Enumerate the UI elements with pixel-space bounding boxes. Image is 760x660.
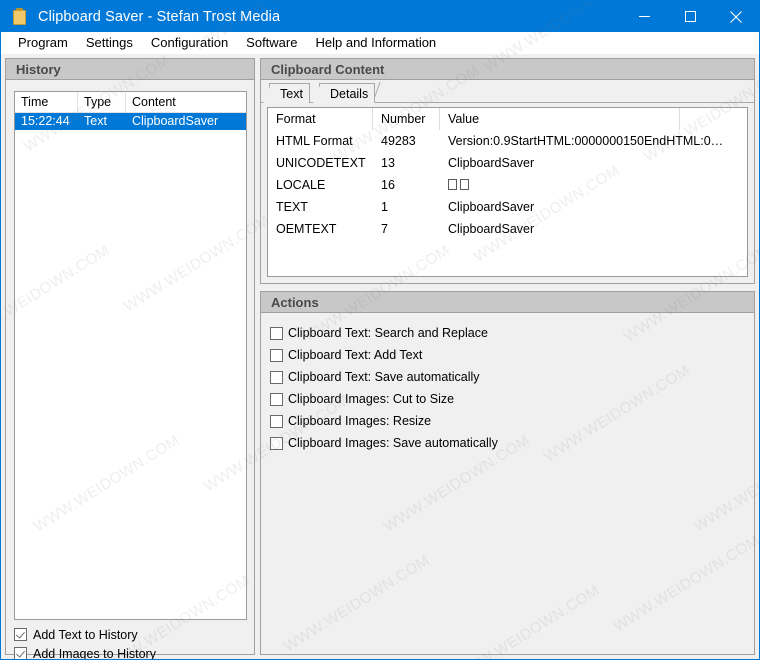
checkbox-icon[interactable] (270, 436, 283, 450)
checkbox-add-text-to-history[interactable]: Add Text to History (14, 625, 244, 644)
window-controls (621, 1, 759, 32)
details-row[interactable]: LOCALE 16 (268, 174, 747, 196)
details-cell-format: LOCALE (276, 178, 326, 192)
history-cell-time: 15:22:44 (21, 114, 70, 128)
details-cell-format: OEMTEXT (276, 222, 337, 236)
actions-header: Actions (261, 292, 754, 313)
details-column-number[interactable]: Number (373, 108, 440, 130)
history-cell-type: Text (84, 114, 107, 128)
details-row[interactable]: TEXT 1 ClipboardSaver (268, 196, 747, 218)
menu-item-software[interactable]: Software (237, 32, 306, 54)
maximize-button[interactable] (667, 1, 713, 32)
history-cell-content: ClipboardSaver (132, 114, 219, 128)
details-cell-number: 49283 (381, 134, 416, 148)
checkbox-icon[interactable] (14, 628, 27, 641)
details-cell-format: TEXT (276, 200, 308, 214)
clipboard-content-panel: Clipboard Content Text Details Format Nu… (260, 58, 755, 284)
title-bar: Clipboard Saver - Stefan Trost Media (1, 1, 759, 32)
details-table-header: Format Number Value (268, 108, 747, 130)
checkbox-icon[interactable] (14, 647, 27, 659)
checkbox-label: Clipboard Text: Save automatically (288, 370, 480, 384)
missing-glyph-icon (460, 179, 469, 190)
tab-text[interactable]: Text (263, 83, 310, 104)
details-column-value[interactable]: Value (440, 108, 680, 130)
details-row[interactable]: UNICODETEXT 13 ClipboardSaver (268, 152, 747, 174)
checkbox-clipboard-images-resize[interactable]: Clipboard Images: Resize (270, 410, 740, 432)
minimize-button[interactable] (621, 1, 667, 32)
checkbox-clipboard-text-save-automatically[interactable]: Clipboard Text: Save automatically (270, 366, 740, 388)
close-button[interactable] (713, 1, 759, 32)
clipboard-details-table[interactable]: Format Number Value HTML Format 49283 Ve… (267, 107, 748, 277)
details-row[interactable]: OEMTEXT 7 ClipboardSaver (268, 218, 747, 240)
tab-details[interactable]: Details (312, 83, 376, 103)
details-cell-value (440, 174, 747, 196)
checkbox-clipboard-images-save-automatically[interactable]: Clipboard Images: Save automatically (270, 432, 740, 454)
checkbox-icon[interactable] (270, 348, 283, 362)
history-list-header: Time Type Content (15, 92, 246, 113)
details-cell-format: HTML Format (276, 134, 353, 148)
window-title: Clipboard Saver - Stefan Trost Media (38, 8, 281, 25)
checkbox-add-images-to-history[interactable]: Add Images to History (14, 644, 244, 660)
checkbox-clipboard-images-cut-to-size[interactable]: Clipboard Images: Cut to Size (270, 388, 740, 410)
checkbox-icon[interactable] (270, 370, 283, 384)
details-cell-value: Version:0.9StartHTML:0000000150EndHTML:0… (448, 134, 724, 148)
checkbox-label: Clipboard Images: Save automatically (288, 436, 498, 450)
actions-panel: Actions Clipboard Text: Search and Repla… (260, 291, 755, 655)
checkbox-icon[interactable] (270, 414, 283, 428)
menu-item-configuration[interactable]: Configuration (142, 32, 237, 54)
details-cell-number: 13 (381, 156, 395, 170)
details-cell-number: 1 (381, 200, 388, 214)
checkbox-clipboard-text-add-text[interactable]: Clipboard Text: Add Text (270, 344, 740, 366)
details-cell-number: 16 (381, 178, 395, 192)
tab-strip: Text Details (261, 81, 754, 104)
missing-glyph-icon (448, 179, 457, 190)
checkbox-clipboard-text-search-and-replace[interactable]: Clipboard Text: Search and Replace (270, 322, 740, 344)
details-cell-format: UNICODETEXT (276, 156, 366, 170)
history-header: History (6, 59, 254, 80)
details-column-spacer (680, 108, 747, 130)
checkbox-label: Clipboard Images: Cut to Size (288, 392, 455, 406)
checkbox-icon[interactable] (270, 326, 283, 340)
history-column-type[interactable]: Type (78, 92, 126, 112)
client-area: History Time Type Content 15:22:44 Text … (1, 54, 759, 659)
history-column-content[interactable]: Content (126, 92, 246, 112)
actions-title: Actions (271, 294, 319, 310)
details-cell-value: ClipboardSaver (448, 156, 535, 170)
clipboard-content-title: Clipboard Content (271, 61, 385, 77)
menu-bar: Program Settings Configuration Software … (1, 32, 759, 54)
history-title: History (16, 61, 61, 77)
details-cell-number: 7 (381, 222, 388, 236)
menu-item-help-and-information[interactable]: Help and Information (306, 32, 445, 54)
history-list[interactable]: Time Type Content 15:22:44 Text Clipboar… (14, 91, 247, 620)
actions-list: Clipboard Text: Search and Replace Clipb… (270, 322, 740, 454)
history-row[interactable]: 15:22:44 Text ClipboardSaver (15, 113, 246, 130)
checkbox-label: Clipboard Text: Search and Replace (288, 326, 488, 340)
details-row[interactable]: HTML Format 49283 Version:0.9StartHTML:0… (268, 130, 747, 152)
menu-item-settings[interactable]: Settings (77, 32, 142, 54)
checkbox-label: Add Images to History (33, 646, 156, 660)
checkbox-label: Clipboard Text: Add Text (288, 348, 423, 362)
details-column-format[interactable]: Format (268, 108, 373, 130)
clipboard-content-header: Clipboard Content (261, 59, 754, 80)
details-cell-value: ClipboardSaver (448, 222, 535, 236)
details-cell-value: ClipboardSaver (448, 200, 535, 214)
checkbox-label: Add Text to History (33, 627, 138, 642)
checkbox-label: Clipboard Images: Resize (288, 414, 432, 428)
menu-item-program[interactable]: Program (9, 32, 77, 54)
checkbox-icon[interactable] (270, 392, 283, 406)
clipboard-icon (12, 7, 28, 26)
history-column-time[interactable]: Time (15, 92, 78, 112)
application-window: Clipboard Saver - Stefan Trost Media Pro… (0, 0, 760, 660)
history-panel: History Time Type Content 15:22:44 Text … (5, 58, 255, 659)
history-options: Add Text to History Add Images to Histor… (14, 625, 244, 660)
